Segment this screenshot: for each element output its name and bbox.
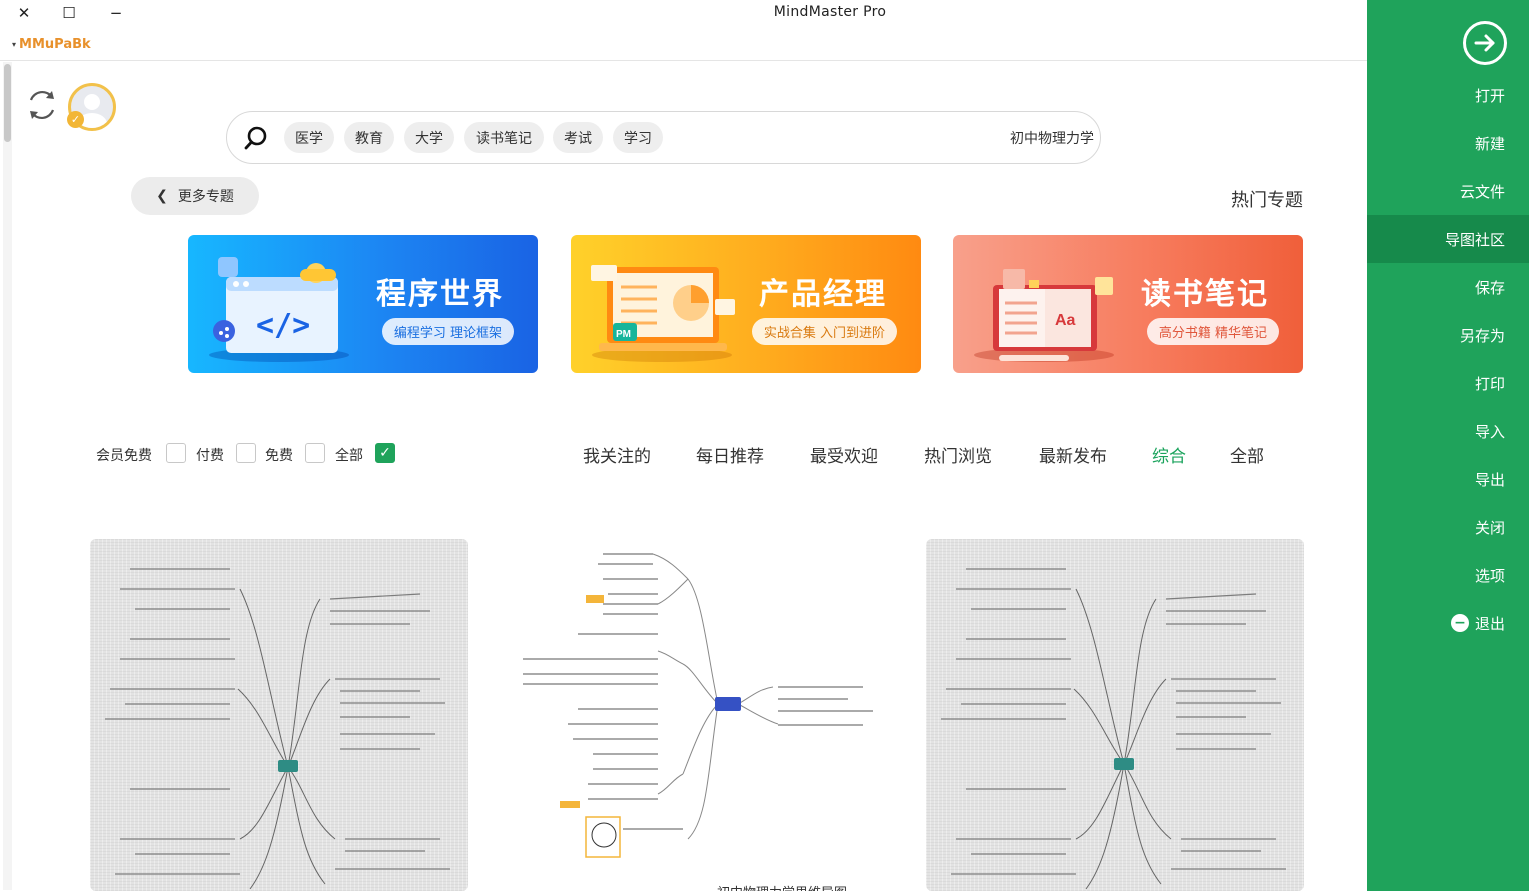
user-name-label: MMuPaBk (19, 37, 91, 52)
search-tag[interactable]: 读书笔记 (464, 122, 544, 153)
filter-member-free-checkbox[interactable] (166, 443, 186, 463)
tab-following[interactable]: 我关注的 (583, 442, 651, 467)
search-tag[interactable]: 教育 (344, 122, 394, 153)
arrow-right-circle-icon[interactable] (1463, 21, 1507, 65)
filter-paid-checkbox[interactable] (236, 443, 256, 463)
caret-down-icon: ▾ (12, 40, 17, 49)
mindmap-card[interactable] (90, 539, 468, 891)
tab-hot-views[interactable]: 热门浏览 (924, 442, 992, 467)
mindmap-thumbnail (941, 568, 1286, 890)
chevron-left-icon: ❮ (156, 188, 168, 204)
filter-all-checkbox[interactable]: ✓ (375, 443, 395, 463)
filter-free-checkbox[interactable] (305, 443, 325, 463)
open-book-icon: Aa (974, 269, 1114, 362)
topic-banner-programming[interactable]: </> 程序世界 编程学习 理论框架 (188, 235, 538, 373)
close-window-button[interactable]: ✕ (11, 3, 37, 23)
sidebar-item-exit-label: 退出 (1474, 614, 1505, 633)
filter-paid-label: 付费 (196, 448, 224, 464)
sidebar-item-community[interactable]: 导图社区 (1367, 215, 1529, 263)
laptop-presentation-icon: PM (591, 265, 735, 362)
svg-text:Aa: Aa (1055, 312, 1076, 329)
filter-member-free-label: 会员免费 (96, 448, 152, 464)
mindmap-thumbnail (105, 568, 450, 890)
sync-icon[interactable] (25, 88, 59, 122)
topic-banner-reading-notes[interactable]: Aa 读书笔记 高分书籍 精华笔记 (953, 235, 1303, 373)
tab-comprehensive[interactable]: 综合 (1152, 442, 1186, 467)
scrollbar-thumb[interactable] (4, 64, 11, 142)
maximize-window-button[interactable]: ☐ (56, 3, 82, 23)
tab-all[interactable]: 全部 (1230, 442, 1264, 467)
svg-text:</>: </> (256, 308, 310, 343)
search-tag[interactable]: 考试 (553, 122, 603, 153)
user-menu[interactable]: ▾ MMuPaBk (12, 37, 91, 52)
more-topics-label: 更多专题 (177, 189, 234, 205)
search-input[interactable] (960, 126, 1094, 150)
sidebar-item-cloud-files[interactable]: 云文件 (1367, 167, 1529, 215)
sidebar-item-save-as[interactable]: 另存为 (1367, 311, 1529, 359)
banner-subtitle: 编程学习 理论框架 (381, 318, 514, 345)
card-caption: 初中物理力学思维导图 (717, 882, 847, 891)
search-tag[interactable]: 大学 (404, 122, 454, 153)
app-title: MindMaster Pro (773, 4, 887, 20)
sidebar-item-close[interactable]: 关闭 (1367, 503, 1529, 551)
tab-daily-picks[interactable]: 每日推荐 (696, 442, 764, 467)
filter-free-label: 免费 (265, 448, 293, 464)
arrow-right-icon (1474, 34, 1495, 52)
sidebar-item-export[interactable]: 导出 (1367, 455, 1529, 503)
mindmap-card[interactable] (508, 539, 886, 891)
search-icon[interactable] (243, 125, 269, 151)
scrollbar-track[interactable] (3, 62, 12, 890)
search-tag[interactable]: 学习 (613, 122, 663, 153)
section-title-hot-topics: 热门专题 (1231, 190, 1303, 211)
banner-title: 产品经理 (759, 277, 887, 312)
sidebar-item-options[interactable]: 选项 (1367, 551, 1529, 599)
tab-most-popular[interactable]: 最受欢迎 (810, 442, 878, 467)
sidebar-item-exit[interactable]: − 退出 (1367, 599, 1529, 647)
title-divider (0, 60, 1367, 61)
banner-title: 读书笔记 (1141, 277, 1269, 312)
sidebar-item-print[interactable]: 打印 (1367, 359, 1529, 407)
minus-circle-icon: − (1450, 614, 1469, 632)
banner-subtitle: 高分书籍 精华笔记 (1146, 318, 1279, 345)
minimize-window-button[interactable]: − (103, 3, 129, 23)
filter-all-label: 全部 (335, 448, 363, 464)
search-tag[interactable]: 医学 (284, 122, 334, 153)
banner-title: 程序世界 (376, 277, 504, 312)
vip-badge-icon: ✓ (67, 111, 84, 128)
tab-latest[interactable]: 最新发布 (1039, 442, 1107, 467)
banner-subtitle: 实战合集 入门到进阶 (751, 318, 897, 345)
sidebar-item-save[interactable]: 保存 (1367, 263, 1529, 311)
sidebar-item-open[interactable]: 打开 (1367, 71, 1529, 119)
more-topics-button[interactable]: ❮ 更多专题 (131, 177, 259, 215)
mindmap-thumbnail (523, 553, 873, 858)
sidebar-item-new[interactable]: 新建 (1367, 119, 1529, 167)
code-window-icon: </> (209, 257, 349, 362)
mindmap-card[interactable] (926, 539, 1304, 891)
topic-banner-product-manager[interactable]: PM 产品经理 实战合集 入门到进阶 (571, 235, 921, 373)
svg-text:PM: PM (616, 329, 631, 340)
sidebar-item-import[interactable]: 导入 (1367, 407, 1529, 455)
